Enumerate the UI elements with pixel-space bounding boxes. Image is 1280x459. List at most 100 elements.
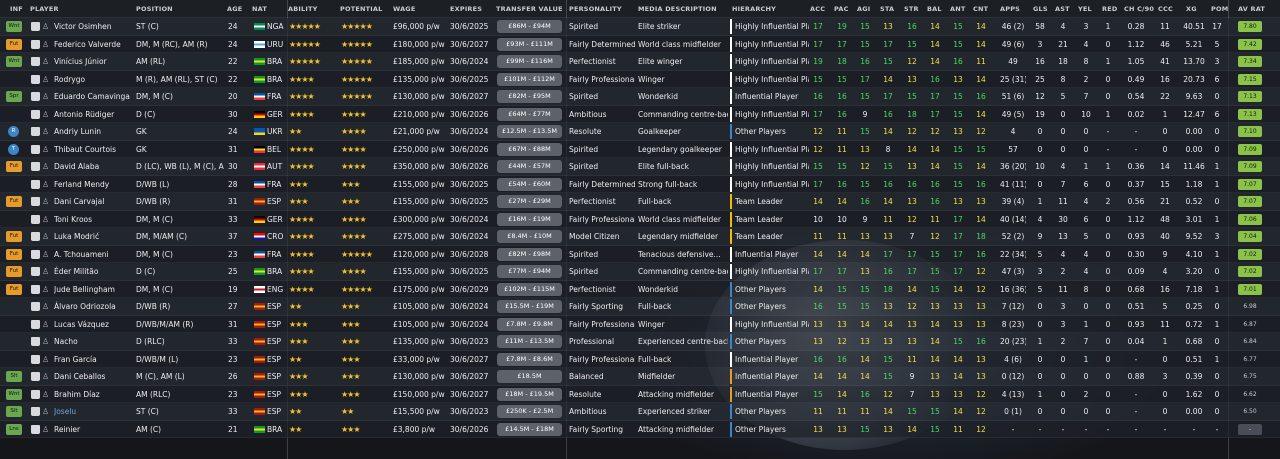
table-row[interactable]: ♙ Lucas Vázquez D/WB/M/AM (R) 31 ESP ★★★ ★★★ £1… — [0, 315, 1280, 333]
table-row[interactable]: Wnt ♙ Victor Osimhen ST (C) 24 NGA ★★★★★ ★★★★★ £… — [0, 18, 1280, 36]
col-transfer-value[interactable]: TRANSFER VALUE — [496, 0, 563, 18]
col-bal[interactable]: BAL — [927, 0, 942, 18]
col-hierarchy[interactable]: HIERARCHY — [732, 0, 776, 18]
player-name[interactable]: Rodrygo — [54, 71, 134, 88]
info-badge[interactable]: Fut — [6, 248, 22, 260]
col-pac[interactable]: PAC — [834, 0, 849, 18]
info-badge[interactable]: Fut — [6, 38, 22, 50]
col-expires[interactable]: EXPIRES — [450, 0, 482, 18]
table-row[interactable]: ♙ Antonio Rüdiger D (C) 30 GER ★★★★ ★★★★ £210,0… — [0, 105, 1280, 123]
transfer-value[interactable]: £93M - £111M — [497, 37, 562, 51]
col-acc[interactable]: ACC — [810, 0, 825, 18]
col-nat[interactable]: NAT — [252, 0, 267, 18]
player-name[interactable]: Éder Militão — [54, 263, 134, 280]
info-badge[interactable]: Fut — [6, 283, 22, 295]
player-name[interactable]: Ferland Mendy — [54, 176, 134, 193]
transfer-value[interactable]: £11M - £13.5M — [497, 335, 562, 348]
info-badge[interactable]: Fut — [6, 161, 22, 172]
table-row[interactable]: Fut ♙ Jude Bellingham DM, M (C) 19 ENG ★★★★ ★★★… — [0, 280, 1280, 298]
col-position[interactable]: POSITION — [136, 0, 173, 18]
table-row[interactable]: ♙ Nacho D (RLC) 33 ESP ★★★ ★★★ £135,000 p/w 30/6… — [0, 333, 1280, 351]
player-name[interactable]: Thibaut Courtois — [54, 141, 134, 158]
table-row[interactable]: ♙ Fran García D/WB/M (L) 23 ESP ★★ ★★★ £33,000 … — [0, 350, 1280, 368]
transfer-value[interactable]: £99M - £116M — [497, 55, 562, 68]
table-row[interactable]: Slt ♙ Joselu ST (C) 33 ESP ★★ ★★ £15,500 p/w 30/6… — [0, 403, 1280, 421]
table-row[interactable]: Slt ♙ Dani Ceballos M (C), AM (L) 26 ESP ★★★ ★★… — [0, 368, 1280, 386]
transfer-value[interactable]: £8.4M - £10M — [497, 230, 562, 243]
player-name[interactable]: Fran García — [54, 351, 134, 368]
col-yel[interactable]: YEL — [1078, 0, 1092, 18]
info-badge[interactable]: T — [8, 143, 19, 155]
transfer-value[interactable]: £54M - £60M — [497, 177, 562, 191]
col-red[interactable]: RED — [1102, 0, 1117, 18]
transfer-value[interactable]: £86M - £94M — [497, 20, 562, 33]
col-gls[interactable]: GLS — [1033, 0, 1048, 18]
info-badge[interactable]: Wnt — [6, 388, 22, 400]
col-chances-created[interactable]: CH C/90 — [1124, 0, 1154, 18]
transfer-value[interactable]: £82M - £95M — [497, 90, 562, 103]
player-name[interactable]: Eduardo Camavinga — [54, 88, 134, 105]
transfer-value[interactable]: £250K - £2.5M — [497, 405, 562, 418]
info-badge[interactable]: R — [8, 126, 19, 137]
transfer-value[interactable]: £7.8M - £8.6M — [497, 352, 562, 366]
player-name[interactable]: Victor Osimhen — [54, 18, 134, 35]
table-row[interactable]: Wnt ♙ Brahim Díaz AM (RLC) 23 ESP ★★★ ★★★ £150,0… — [0, 385, 1280, 403]
player-name[interactable]: Luka Modrić — [54, 228, 134, 245]
player-name[interactable]: Reinier — [54, 421, 134, 438]
transfer-value[interactable]: £64M - £77M — [497, 107, 562, 121]
col-ccc[interactable]: CCC — [1158, 0, 1173, 18]
col-sta[interactable]: STA — [880, 0, 894, 18]
col-inf[interactable]: INF — [10, 0, 23, 18]
transfer-value[interactable]: £77M - £94M — [497, 265, 562, 278]
col-player[interactable]: PLAYER — [30, 0, 59, 18]
transfer-value[interactable]: £18.5M — [497, 370, 562, 383]
table-row[interactable]: T ♙ Thibaut Courtois GK 31 BEL ★★★★ ★★★★ £250,00… — [0, 140, 1280, 158]
player-name[interactable]: Vinícius Júnior — [54, 53, 134, 70]
table-row[interactable]: Fut ♙ Federico Valverde DM, M (RC), AM (R) 2… — [0, 35, 1280, 53]
transfer-value[interactable]: £12.5M - £13.5M — [497, 125, 562, 138]
col-xg[interactable]: XG — [1186, 0, 1197, 18]
col-ant[interactable]: ANT — [950, 0, 966, 18]
info-badge[interactable]: Lns — [6, 423, 22, 435]
player-name[interactable]: David Alaba — [54, 158, 134, 175]
player-name[interactable]: Dani Ceballos — [54, 368, 134, 385]
player-name[interactable]: Joselu — [54, 403, 134, 420]
col-av-rat[interactable]: AV RAT — [1238, 0, 1265, 18]
info-badge[interactable]: Fut — [6, 231, 22, 242]
transfer-value[interactable]: £18M - £19.5M — [497, 387, 562, 401]
info-badge[interactable]: Spr — [6, 91, 22, 102]
col-cnt[interactable]: CNT — [973, 0, 988, 18]
col-pom[interactable]: POM — [1211, 0, 1228, 18]
col-ability[interactable]: ABILITY — [288, 0, 318, 18]
table-row[interactable]: Spr ♙ Eduardo Camavinga DM, M (C) 20 FRA ★★★★ ★… — [0, 88, 1280, 106]
player-name[interactable]: Andriy Lunin — [54, 123, 134, 140]
col-agi[interactable]: AGI — [857, 0, 870, 18]
info-badge[interactable]: Slt — [6, 371, 22, 382]
table-row[interactable]: Fut ♙ A. Tchouameni DM, M (C) 23 FRA ★★★★ ★★★★★… — [0, 245, 1280, 263]
info-badge[interactable]: Wnt — [6, 56, 22, 67]
table-row[interactable]: Fut ♙ Luka Modrić DM, M/AM (C) 37 CRO ★★★★ ★★★★… — [0, 228, 1280, 246]
table-row[interactable]: Fut ♙ Dani Carvajal D/WB (R) 31 ESP ★★★ ★★★ £155… — [0, 193, 1280, 211]
table-row[interactable]: ♙ Rodrygo M (R), AM (RL), ST (C) 22 BRA ★★★★ ★… — [0, 70, 1280, 88]
player-name[interactable]: Antonio Rüdiger — [54, 106, 134, 123]
table-row[interactable]: ♙ Ferland Mendy D/WB (L) 28 FRA ★★★ ★★★ £155,00… — [0, 175, 1280, 193]
player-name[interactable]: Dani Carvajal — [54, 193, 134, 210]
table-row[interactable]: R ♙ Andriy Lunin GK 24 UKR ★★ ★★★★ £21,000 p/w 30… — [0, 123, 1280, 141]
transfer-value[interactable]: £67M - £88M — [497, 142, 562, 156]
table-row[interactable]: Fut ♙ David AlabaD (LC), WB (L), M (C), AM… — [0, 158, 1280, 176]
player-name[interactable]: Toni Kroos — [54, 211, 134, 228]
table-row[interactable]: Lns ♙ Reinier AM (C) 21 BRA ★★ ★★★ £3,800 p/w 30/… — [0, 420, 1280, 438]
table-row[interactable]: ♙ Álvaro Odriozola D/WB (R) 27 ESP ★★ ★★★ £105,… — [0, 298, 1280, 316]
player-name[interactable]: Brahim Díaz — [54, 386, 134, 403]
col-ast[interactable]: AST — [1055, 0, 1070, 18]
transfer-value[interactable]: £27M - £29M — [497, 195, 562, 208]
info-badge[interactable]: Fut — [6, 266, 22, 277]
transfer-value[interactable]: £16M - £19M — [497, 212, 562, 226]
transfer-value[interactable]: £14.5M - £18M — [497, 422, 562, 436]
table-row[interactable]: Wnt ♙ Vinícius Júnior AM (RL) 22 BRA ★★★★★ ★★★★… — [0, 53, 1280, 71]
transfer-value[interactable]: £7.8M - £9.8M — [497, 317, 562, 331]
col-age[interactable]: AGE — [227, 0, 242, 18]
col-apps[interactable]: APPS — [1000, 0, 1020, 18]
player-name[interactable]: Álvaro Odriozola — [54, 298, 134, 315]
player-name[interactable]: A. Tchouameni — [54, 246, 134, 263]
